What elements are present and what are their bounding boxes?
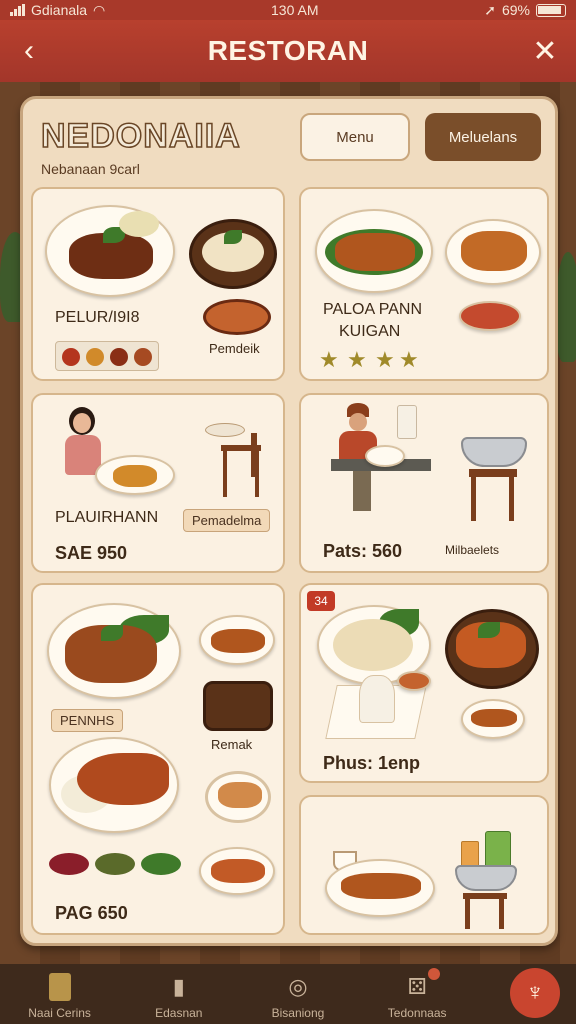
rating-star-icon: ★ (319, 347, 339, 372)
rice-cone-image (359, 675, 395, 723)
restaurant-name: NEDONAIIA (40, 116, 241, 156)
green-drink-image (485, 831, 511, 869)
chef-action-button[interactable]: ♆ (510, 968, 560, 1018)
status-right: ➚ 69% (484, 2, 566, 19)
card-5-tag: PENNHS (51, 709, 124, 732)
close-button[interactable]: ✕ (526, 32, 564, 70)
page-title: RESTORAN (207, 35, 369, 66)
phone-icon: ▮ (172, 974, 185, 999)
grilled-fish-plate-image (49, 737, 179, 833)
nav-label: Tedonnaas (387, 1006, 447, 1020)
menu-card-1[interactable]: PELUR/I9I8 Pemdeik (31, 187, 285, 381)
card-2-title-line1: PALOA PANN (323, 301, 422, 318)
curry-bowl-image (445, 609, 539, 689)
card-5-price: PAG 650 (55, 903, 128, 923)
vegetable-tray-image (203, 681, 273, 731)
battery-percent: 69% (501, 2, 530, 18)
card-5-side-label: Remak (211, 737, 253, 752)
sauce-dish-image (397, 671, 431, 691)
wifi-icon: ◠ (93, 1, 106, 18)
sausage-plate-image (199, 847, 275, 895)
nav-item-naai-cerins[interactable]: Naai Cerins (10, 972, 110, 1020)
skewer-plate-image (325, 859, 435, 917)
card-4-side-label: Milbaelets (445, 543, 500, 557)
location-icon: ➚ (484, 1, 496, 18)
carrier-label: Gdianala (31, 2, 88, 18)
nav-label: Bisaniong (271, 1006, 325, 1020)
rating-star-icon: ★ (375, 347, 395, 372)
rating-star-icon: ★ (399, 347, 419, 372)
tab-menu[interactable]: Menu (300, 113, 410, 161)
card-1-side-label: Pemdeik (209, 341, 260, 356)
card-icon (47, 972, 73, 1002)
noodle-bowl-image (205, 771, 271, 823)
card-6-price: Phus: 1enp (323, 753, 421, 773)
chicken-platter-image (47, 603, 181, 699)
battery-icon (535, 3, 566, 17)
dice-icon: ⚄ (407, 974, 427, 999)
plant-right-decor (556, 252, 576, 362)
card-6-badge: 34 (307, 591, 335, 611)
side-dish-plate-image (459, 301, 521, 331)
nav-item-tedonnaas[interactable]: ⚄ Tedonnaas (367, 972, 467, 1020)
menu-card-7[interactable] (299, 795, 549, 935)
steamer-pot-image (455, 865, 521, 931)
woman-dining-illustration (59, 407, 179, 499)
spices-row-image (49, 847, 183, 881)
menu-card-6[interactable]: 34 Phus: 1enp (299, 583, 549, 783)
card-1-title: PELUR/I9I8 (55, 309, 140, 326)
nav-label: Edasnan (155, 1006, 203, 1020)
signal-icon (10, 4, 25, 16)
fritter-plate-image (461, 699, 525, 739)
drink-glass-image (397, 405, 417, 439)
menu-panel: NEDONAIIA Nebanaan 9carl Menu Meluelans … (20, 96, 558, 946)
chef-icon: ♆ (526, 979, 544, 1006)
status-bar: Gdianala ◠ 130 AM ➚ 69% (0, 0, 576, 20)
card-4-price: Pats: 560 (323, 541, 403, 561)
cooking-pot-image (461, 437, 531, 527)
grilled-meat-plate-image (45, 205, 175, 297)
notification-dot (428, 968, 440, 980)
nav-item-edasnan[interactable]: ▮ Edasnan (129, 972, 229, 1020)
close-icon: ✕ (532, 34, 558, 68)
chevron-left-icon: ‹ (24, 34, 34, 67)
status-time: 130 AM (271, 2, 319, 18)
menu-card-4[interactable]: Pats: 560 Milbaelets (299, 393, 549, 573)
app-header: ‹ RESTORAN ✕ (0, 20, 576, 82)
card-2-title-line2: KUIGAN (339, 323, 401, 340)
status-left: Gdianala ◠ (10, 2, 105, 19)
satay-side-plate-image (199, 615, 275, 665)
card-3-title: PLAUIRHANN (55, 509, 159, 526)
nav-item-bisaniong[interactable]: ◎ Bisaniong (248, 972, 348, 1020)
tab-meluelans[interactable]: Meluelans (425, 113, 541, 161)
restaurant-subtitle: Nebanaan 9carl (41, 161, 140, 177)
bottom-nav: Naai Cerins ▮ Edasnan ◎ Bisaniong ⚄ Tedo… (0, 964, 576, 1024)
chair-table-illustration (205, 423, 269, 499)
nav-label: Naai Cerins (28, 1006, 91, 1020)
sambal-dish-image (203, 299, 271, 335)
dumpling-bowl-image (189, 219, 277, 289)
satay-plate-image (315, 209, 433, 293)
menu-card-2[interactable]: PALOA PANN KUIGAN ★ ★ ★ ★ (299, 187, 549, 381)
condiment-tray-image (55, 341, 159, 371)
menu-card-5[interactable]: PENNHS Remak PAG 650 (31, 583, 285, 935)
cook-illustration (331, 403, 437, 523)
rating-star-icon: ★ (347, 347, 367, 372)
fried-chicken-plate-image (445, 219, 541, 285)
search-icon: ◎ (288, 974, 308, 999)
menu-card-3[interactable]: PLAUIRHANN Pemadelma SAE 950 (31, 393, 285, 573)
back-button[interactable]: ‹ (10, 32, 48, 70)
card-3-price: SAE 950 (55, 543, 128, 563)
card-3-tag: Pemadelma (183, 509, 271, 532)
